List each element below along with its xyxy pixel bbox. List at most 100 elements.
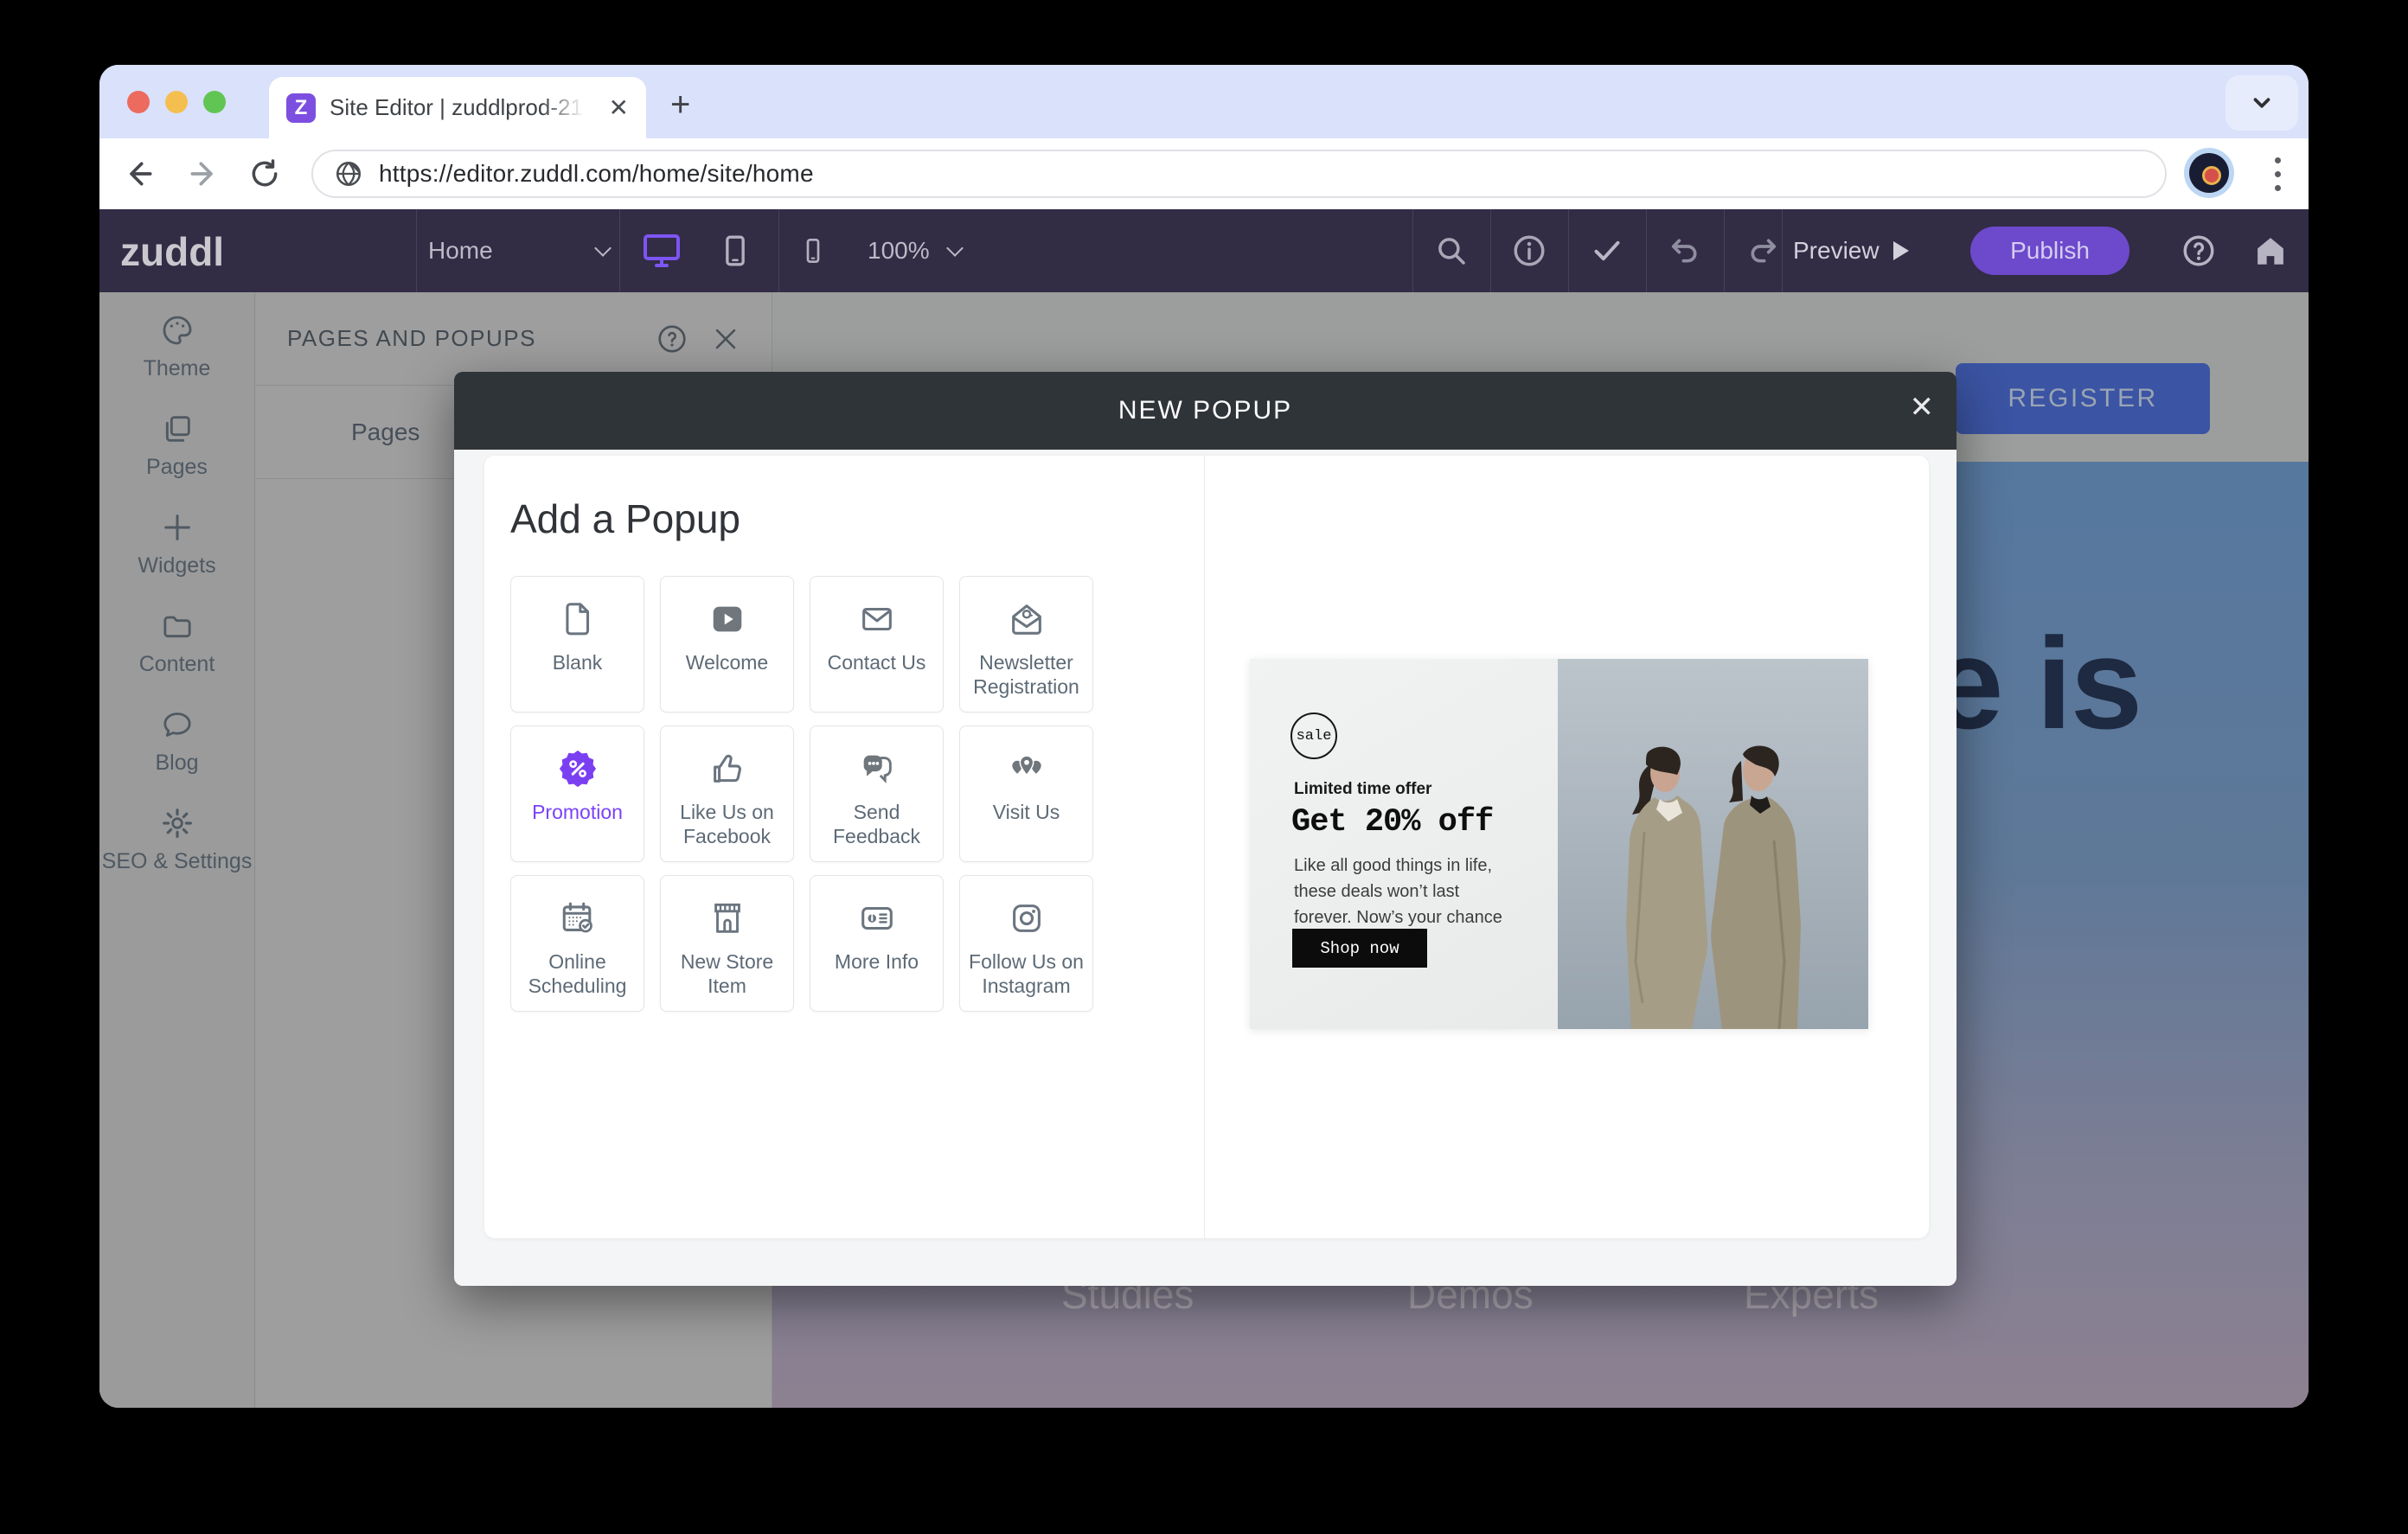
gear-icon [160,806,195,841]
promo-headline: Get 20% off [1291,804,1493,841]
new-tab-button[interactable]: + [670,87,690,122]
register-button[interactable]: REGISTER [1956,363,2210,434]
search-button[interactable] [1412,209,1490,292]
modal-body: Add a Popup Blank Welcome [454,450,1956,1286]
zoom-level-dropdown[interactable]: 100% [868,209,961,292]
modal-card: Add a Popup Blank Welcome [484,456,1929,1238]
thumbs-up-icon [708,749,747,789]
zoom-level-label: 100% [868,237,930,265]
info-button[interactable] [1490,209,1568,292]
help-button[interactable] [2167,209,2231,292]
publish-button[interactable]: Publish [1970,227,2129,275]
plus-icon [160,510,195,545]
redo-button[interactable] [1724,209,1802,292]
promotion-badge-icon [558,749,598,789]
popup-tile-follow-us-on-instagram[interactable]: Follow Us on Instagram [959,875,1093,1012]
screen: Z Site Editor | zuddlprod-2151-1 ✕ + [0,0,2408,1534]
popup-tile-new-store-item[interactable]: New Store Item [660,875,794,1012]
popup-tile-welcome[interactable]: Welcome [660,576,794,713]
modal-header: NEW POPUP ✕ [454,372,1956,450]
save-check-button[interactable] [1568,209,1646,292]
browser-url-row: https://editor.zuddl.com/home/site/home [99,138,2309,209]
zuddl-logo: zuddl [120,228,224,275]
instagram-camera-icon [1007,898,1047,938]
panel-title: PAGES AND POPUPS [287,325,536,352]
editor-content: Theme Pages Widgets Content Blog [99,292,2309,1408]
modal-close-icon[interactable]: ✕ [1910,393,1935,422]
popup-tile-send-feedback[interactable]: Send Feedback [810,725,944,862]
undo-button[interactable] [1646,209,1724,292]
popup-tile-blank[interactable]: Blank [510,576,644,713]
desktop-view-button[interactable] [634,209,689,292]
preview-button[interactable]: Preview [1793,209,1909,292]
play-icon [1893,241,1909,260]
tile-label: Blank [548,651,608,675]
publish-label: Publish [2010,237,2090,265]
tile-label: More Info [829,950,924,975]
tablet-view-button[interactable] [714,209,757,292]
sidebar-item-pages[interactable]: Pages [99,406,254,505]
palette-icon [160,313,195,348]
help-icon[interactable] [656,323,688,355]
browser-tab-strip: Z Site Editor | zuddlprod-2151-1 ✕ + [99,65,2309,138]
popup-tile-more-info[interactable]: More Info [810,875,944,1012]
feedback-bubbles-icon [857,749,897,789]
tile-label: Visit Us [988,801,1066,825]
forward-button[interactable] [183,154,222,194]
promo-text-panel: sale Limited time offer Get 20% off Like… [1250,659,1558,1029]
url-text: https://editor.zuddl.com/home/site/home [379,160,814,188]
new-popup-modal: NEW POPUP ✕ Add a Popup Blank [454,372,1956,1286]
tile-label: Send Feedback [810,801,943,848]
zuddl-favicon: Z [286,93,316,123]
popup-tile-promotion[interactable]: Promotion [510,725,644,862]
sidebar-item-label: Content [139,652,215,677]
shop-now-label: Shop now [1320,939,1399,958]
tile-label: Like Us on Facebook [661,801,793,848]
sidebar-item-widgets[interactable]: Widgets [99,505,254,604]
popup-tile-online-scheduling[interactable]: Online Scheduling [510,875,644,1012]
popup-preview-card: sale Limited time offer Get 20% off Like… [1250,659,1868,1029]
window-close-button[interactable] [127,91,150,113]
map-pins-icon [1007,749,1047,789]
tile-label: New Store Item [661,950,793,998]
shop-now-button[interactable]: Shop now [1292,929,1427,968]
popup-tile-newsletter-registration[interactable]: Newsletter Registration [959,576,1093,713]
back-button[interactable] [120,154,160,194]
page-selector-label: Home [428,237,493,265]
sidebar-item-content[interactable]: Content [99,604,254,702]
folder-icon [160,609,195,643]
tab-close-icon[interactable]: ✕ [609,96,629,120]
calendar-check-icon [558,898,598,938]
popup-template-grid: Blank Welcome Contact Us [510,576,1098,1012]
window-zoom-button[interactable] [203,91,226,113]
promo-eyebrow: Limited time offer [1294,780,1431,799]
mobile-view-button[interactable] [791,209,835,292]
sidebar-item-label: SEO & Settings [102,849,253,874]
popup-tile-visit-us[interactable]: Visit Us [959,725,1093,862]
window-minimize-button[interactable] [165,91,188,113]
editor-sidebar: Theme Pages Widgets Content Blog [99,292,255,1408]
chat-bubble-icon [160,707,195,742]
close-panel-icon[interactable] [711,324,740,354]
tab-search-chevron-button[interactable] [2225,75,2298,131]
page-selector-dropdown[interactable]: Home [428,209,609,292]
popup-tile-contact-us[interactable]: Contact Us [810,576,944,713]
newsletter-envelope-icon [1007,599,1047,639]
address-bar[interactable]: https://editor.zuddl.com/home/site/home [311,150,2167,198]
sidebar-item-blog[interactable]: Blog [99,702,254,801]
add-popup-heading: Add a Popup [510,495,740,542]
tile-label: Online Scheduling [511,950,644,998]
browser-profile-avatar[interactable] [2184,148,2234,198]
browser-menu-button[interactable] [2260,150,2295,197]
info-card-icon [857,898,897,938]
sidebar-item-theme[interactable]: Theme [99,308,254,406]
globe-icon [334,159,363,189]
sidebar-item-seo-settings[interactable]: SEO & Settings [99,801,254,899]
chevron-down-icon [594,240,612,257]
home-button[interactable] [2243,209,2298,292]
browser-tab[interactable]: Z Site Editor | zuddlprod-2151-1 ✕ [269,77,646,138]
hero-headline-fragment: e is [1931,609,2141,758]
popup-tile-like-us-on-facebook[interactable]: Like Us on Facebook [660,725,794,862]
reload-button[interactable] [245,154,285,194]
editor-toolbar: zuddl Home 100% [99,209,2309,292]
